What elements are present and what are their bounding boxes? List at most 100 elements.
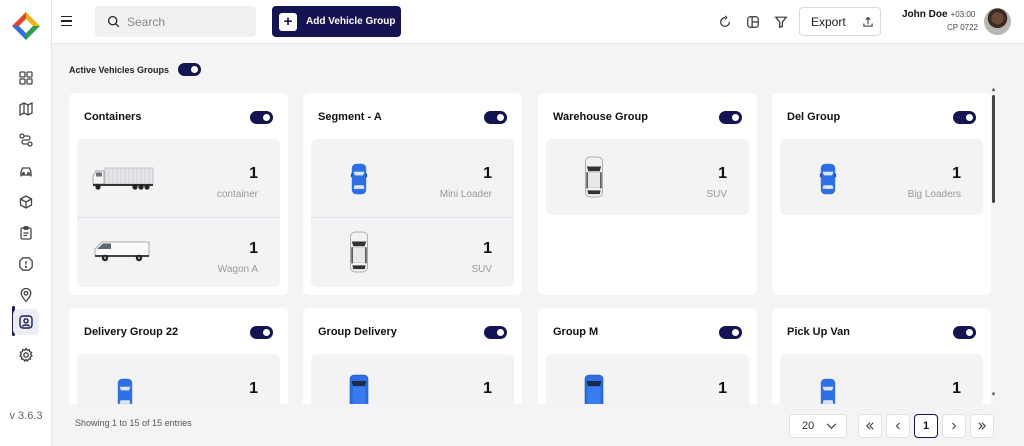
group-toggle[interactable]	[719, 111, 742, 124]
search-input[interactable]	[127, 14, 247, 29]
blue-car-top-icon	[818, 161, 838, 197]
vehicle-count: 1	[718, 380, 727, 397]
group-toggle[interactable]	[250, 326, 273, 339]
scroll-down-arrow-icon[interactable]: ▼	[990, 392, 997, 398]
blue-van-top-icon	[347, 374, 371, 404]
blue-van-top-icon	[582, 374, 606, 404]
package-icon[interactable]	[14, 190, 38, 214]
clipboard-icon[interactable]	[14, 221, 38, 245]
vehicle-count: 1	[249, 380, 258, 397]
blue-car-top-icon	[115, 376, 135, 404]
vehicle-row: 1 SUV	[311, 217, 514, 287]
location-pin-icon[interactable]	[14, 283, 38, 307]
vehicle-count: 1	[952, 165, 961, 182]
vehicle-list: 1 SUV	[546, 139, 749, 215]
scroll-thumb[interactable]	[992, 95, 995, 203]
search-box[interactable]	[95, 6, 256, 37]
group-title: Delivery Group 22	[84, 326, 179, 338]
vehicle-list: 1	[77, 354, 280, 404]
user-name: John Doe	[902, 9, 948, 20]
filter-icon[interactable]	[772, 13, 790, 31]
page-size-select[interactable]: 20	[789, 414, 847, 438]
white-van-icon	[93, 236, 153, 264]
double-chevron-right-icon	[978, 422, 986, 430]
search-icon	[107, 15, 120, 28]
plus-icon: +	[279, 12, 297, 31]
vehicle-row: 1 Big Loaders	[780, 143, 983, 213]
vehicle-list: 1	[311, 354, 514, 404]
previous-page-button[interactable]	[886, 414, 910, 438]
vehicle-type: Wagon A	[217, 264, 258, 275]
dashboard-icon[interactable]	[14, 66, 38, 90]
settings-gear-icon[interactable]	[14, 343, 38, 367]
vehicle-group-card-segment-a: Segment - A 1 Mini Loader 1 SUV	[303, 93, 522, 295]
blue-car-top-icon	[818, 376, 838, 404]
vehicle-row: 1	[780, 358, 983, 404]
group-toggle[interactable]	[719, 326, 742, 339]
vehicle-count: 1	[952, 380, 961, 397]
vehicle-group-card-containers: Containers 1 container 1 Wagon A	[69, 93, 288, 295]
vehicle-count: 1	[483, 165, 492, 182]
add-vehicle-group-label: Add Vehicle Group	[306, 16, 396, 27]
vehicle-row: 1 container	[77, 143, 280, 213]
upload-icon	[863, 16, 873, 27]
active-groups-toggle[interactable]	[178, 63, 201, 76]
export-button[interactable]: Export	[799, 7, 881, 36]
user-code: CP 0722	[947, 23, 978, 32]
blue-car-top-icon	[349, 161, 369, 197]
group-toggle[interactable]	[953, 326, 976, 339]
vehicle-list: 1	[780, 354, 983, 404]
top-header: + Add Vehicle Group Export John Doe+03:0…	[52, 0, 1024, 44]
group-toggle[interactable]	[484, 111, 507, 124]
map-icon[interactable]	[14, 97, 38, 121]
vehicle-group-card-group-m: Group M 1	[538, 308, 757, 404]
group-toggle[interactable]	[953, 111, 976, 124]
vehicle-list: 1 Big Loaders	[780, 139, 983, 215]
vehicle-row: 1	[311, 358, 514, 404]
content-scrollbar[interactable]: ▲ ▼	[990, 87, 997, 398]
vehicle-group-card-pick-up-van: Pick Up Van 1	[772, 308, 991, 404]
vehicle-group-card-warehouse: Warehouse Group 1 SUV	[538, 93, 757, 295]
group-toggle[interactable]	[484, 326, 507, 339]
scroll-up-arrow-icon[interactable]: ▲	[990, 87, 997, 93]
add-vehicle-group-button[interactable]: + Add Vehicle Group	[272, 6, 401, 37]
logo[interactable]	[10, 10, 42, 42]
vehicle-count: 1	[718, 165, 727, 182]
group-toggle[interactable]	[250, 111, 273, 124]
sidebar: v 3.6.3	[0, 0, 52, 446]
user-avatar[interactable]	[984, 8, 1011, 35]
first-page-button[interactable]	[858, 414, 882, 438]
refresh-icon[interactable]	[716, 13, 734, 31]
app: v 3.6.3 + Add Vehicle Group Export John …	[0, 0, 1024, 446]
user-name-line: John Doe +03:00	[902, 9, 975, 20]
page-size-value: 20	[802, 420, 815, 432]
next-page-button[interactable]	[942, 414, 966, 438]
vehicle-row: 1	[77, 358, 280, 404]
vehicle-group-card-del-group: Del Group 1 Big Loaders	[772, 93, 991, 295]
active-vehicle-groups-label: Active Vehicles Groups	[69, 65, 170, 75]
vehicle-list: 1 container 1 Wagon A	[77, 139, 280, 287]
group-title: Pick Up Van	[787, 326, 850, 338]
group-title: Warehouse Group	[553, 111, 648, 123]
white-suv-top-icon	[347, 230, 371, 274]
vehicle-group-card-delivery-group-22: Delivery Group 22 1	[69, 308, 288, 404]
vehicle-row: 1 Wagon A	[77, 217, 280, 287]
last-page-button[interactable]	[970, 414, 994, 438]
chevron-down-icon	[826, 422, 837, 429]
vehicle-list: 1 Mini Loader 1 SUV	[311, 139, 514, 287]
layout-columns-icon[interactable]	[744, 13, 762, 31]
vehicle-count: 1	[249, 165, 258, 182]
group-title: Del Group	[787, 111, 841, 123]
routes-icon[interactable]	[14, 128, 38, 152]
vehicle-count: 1	[483, 380, 492, 397]
vehicle-icon[interactable]	[14, 159, 38, 183]
user-badge-icon[interactable]	[13, 309, 39, 335]
chevron-left-icon	[895, 422, 900, 430]
alert-icon[interactable]	[14, 252, 38, 276]
vehicle-type: Big Loaders	[907, 189, 961, 200]
page-number-button[interactable]: 1	[914, 414, 938, 438]
vehicle-type: SUV	[706, 189, 727, 200]
hamburger-menu-icon[interactable]	[61, 13, 77, 29]
group-title: Segment - A	[318, 111, 382, 123]
export-label: Export	[811, 14, 846, 29]
